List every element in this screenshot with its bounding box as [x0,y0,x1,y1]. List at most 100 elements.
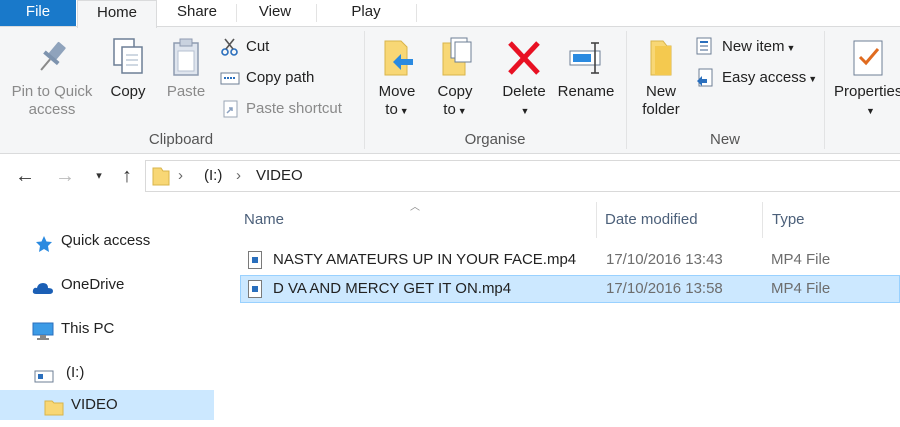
delete-x-icon [504,35,544,81]
paste-label: Paste [166,83,206,100]
scissors-icon [220,37,240,57]
new-item-label: New item [722,38,785,55]
video-file-icon [248,280,262,298]
copy-to-label-line2: to [443,101,456,118]
nav-drive-i-label: (I:) [66,364,85,381]
pin-label-line1: Pin to Quick [11,83,93,100]
file-row[interactable]: NASTY AMATEURS UP IN YOUR FACE.mp4 17/10… [240,246,900,274]
recent-locations-chevron-icon[interactable]: ▾ [86,162,112,190]
move-to-label-line1: Move [378,83,416,100]
pin-to-quick-access-button[interactable]: Pin to Quick access [6,35,98,119]
new-folder-label-line2: folder [642,101,680,118]
copy-path-label: Copy path [246,69,315,86]
nav-onedrive-label: OneDrive [61,276,125,293]
cut-button[interactable]: Cut [220,35,269,59]
breadcrumb-drive[interactable]: (I:) [204,161,222,191]
dropdown-arrow-icon: ▼ [457,106,467,116]
forward-arrow-icon[interactable]: → [52,162,78,190]
copy-to-label-line1: Copy [437,83,473,100]
folder-icon [152,166,170,191]
nav-this-pc-label: This PC [61,320,115,337]
nav-this-pc[interactable]: This PC [0,314,214,344]
breadcrumb-folder[interactable]: VIDEO [256,161,303,191]
delete-button[interactable]: Delete ▼ [498,35,550,120]
easy-access-icon [696,68,716,88]
column-header-name[interactable]: Name [244,206,284,234]
easy-access-label: Easy access [722,69,807,86]
breadcrumb-separator-icon[interactable]: › [178,161,183,191]
video-file-icon [248,251,262,269]
new-folder-button[interactable]: New folder [634,35,688,119]
cut-label: Cut [246,38,270,55]
copy-to-button[interactable]: Copy to ▼ [430,35,480,120]
drive-icon [34,365,54,383]
column-header-date-modified[interactable]: Date modified [605,206,698,234]
paste-shortcut-icon [220,99,240,119]
nav-onedrive[interactable]: OneDrive [0,270,214,300]
tab-view[interactable]: View [236,0,314,26]
folder-icon [641,35,681,81]
rename-label: Rename [557,83,615,100]
new-group-label: New [709,131,740,148]
properties-icon [848,35,888,81]
cloud-icon [32,277,53,294]
paste-button[interactable]: Paste [160,35,212,101]
file-name: D VA AND MERCY GET IT ON.mp4 [273,280,512,297]
copy-icon [108,35,148,81]
paste-shortcut-button[interactable]: Paste shortcut [220,97,342,121]
computer-monitor-icon [32,321,54,340]
column-divider[interactable] [596,202,597,238]
tab-share[interactable]: Share [158,0,236,26]
organise-group-label: Organise [464,131,526,148]
easy-access-button[interactable]: Easy access ▼ [696,66,817,90]
clipboard-icon [166,35,206,81]
nav-quick-access-label: Quick access [61,232,151,249]
tab-file[interactable]: File [0,0,76,26]
new-folder-label-line1: New [645,83,676,100]
dropdown-arrow-icon: ▼ [866,106,875,116]
copy-path-button[interactable]: Copy path [220,66,314,90]
copy-label: Copy [110,83,146,100]
pin-label-line2: access [28,101,76,118]
properties-label: Properties [834,83,900,100]
file-row-selected[interactable]: D VA AND MERCY GET IT ON.mp4 17/10/2016 … [240,275,900,303]
dropdown-arrow-icon: ▼ [808,74,818,84]
copy-button[interactable]: Copy [102,35,154,101]
ribbon: Pin to Quick access Copy Paste Cut Copy … [0,26,900,154]
nav-video-folder-label: VIDEO [71,396,118,413]
nav-quick-access[interactable]: Quick access [0,226,214,256]
tab-divider [416,4,417,22]
new-item-button[interactable]: New item ▼ [696,35,795,59]
file-type: MP4 File [771,251,831,268]
paste-shortcut-label: Paste shortcut [246,100,342,117]
address-bar[interactable]: › (I:) › VIDEO [145,160,900,192]
column-header-type[interactable]: Type [772,206,805,234]
file-date-modified: 17/10/2016 13:43 [606,251,723,268]
rename-button[interactable]: Rename [555,35,617,101]
navigation-pane: Quick access OneDrive This PC (I:) VIDEO [0,204,214,420]
breadcrumb-separator-icon[interactable]: › [236,161,241,191]
nav-video-folder[interactable]: VIDEO [0,390,214,420]
up-arrow-icon[interactable]: ↑ [114,162,140,190]
star-icon [34,233,54,252]
move-to-button[interactable]: Move to ▼ [372,35,422,120]
dropdown-arrow-icon: ▼ [786,43,796,53]
back-arrow-icon[interactable]: ← [12,162,38,190]
file-name: NASTY AMATEURS UP IN YOUR FACE.mp4 [273,251,577,268]
clipboard-group-label: Clipboard [148,131,214,148]
move-to-icon [377,35,417,81]
file-date-modified: 17/10/2016 13:58 [606,280,723,297]
tab-home[interactable]: Home [77,0,157,28]
ribbon-tabs: File Home Share View Play [0,0,900,28]
nav-drive-i[interactable]: (I:) [0,358,214,388]
rename-icon [566,35,606,81]
copy-path-icon [220,68,240,88]
delete-label: Delete [502,83,546,100]
properties-button[interactable]: Properties ▼ [834,35,900,120]
copy-to-icon [435,35,475,81]
column-divider[interactable] [762,202,763,238]
group-divider [824,31,825,149]
tab-play[interactable]: Play [316,0,416,26]
navigation-bar: ← → ▾ ↑ › (I:) › VIDEO [0,160,900,192]
dropdown-arrow-icon: ▼ [520,106,530,116]
